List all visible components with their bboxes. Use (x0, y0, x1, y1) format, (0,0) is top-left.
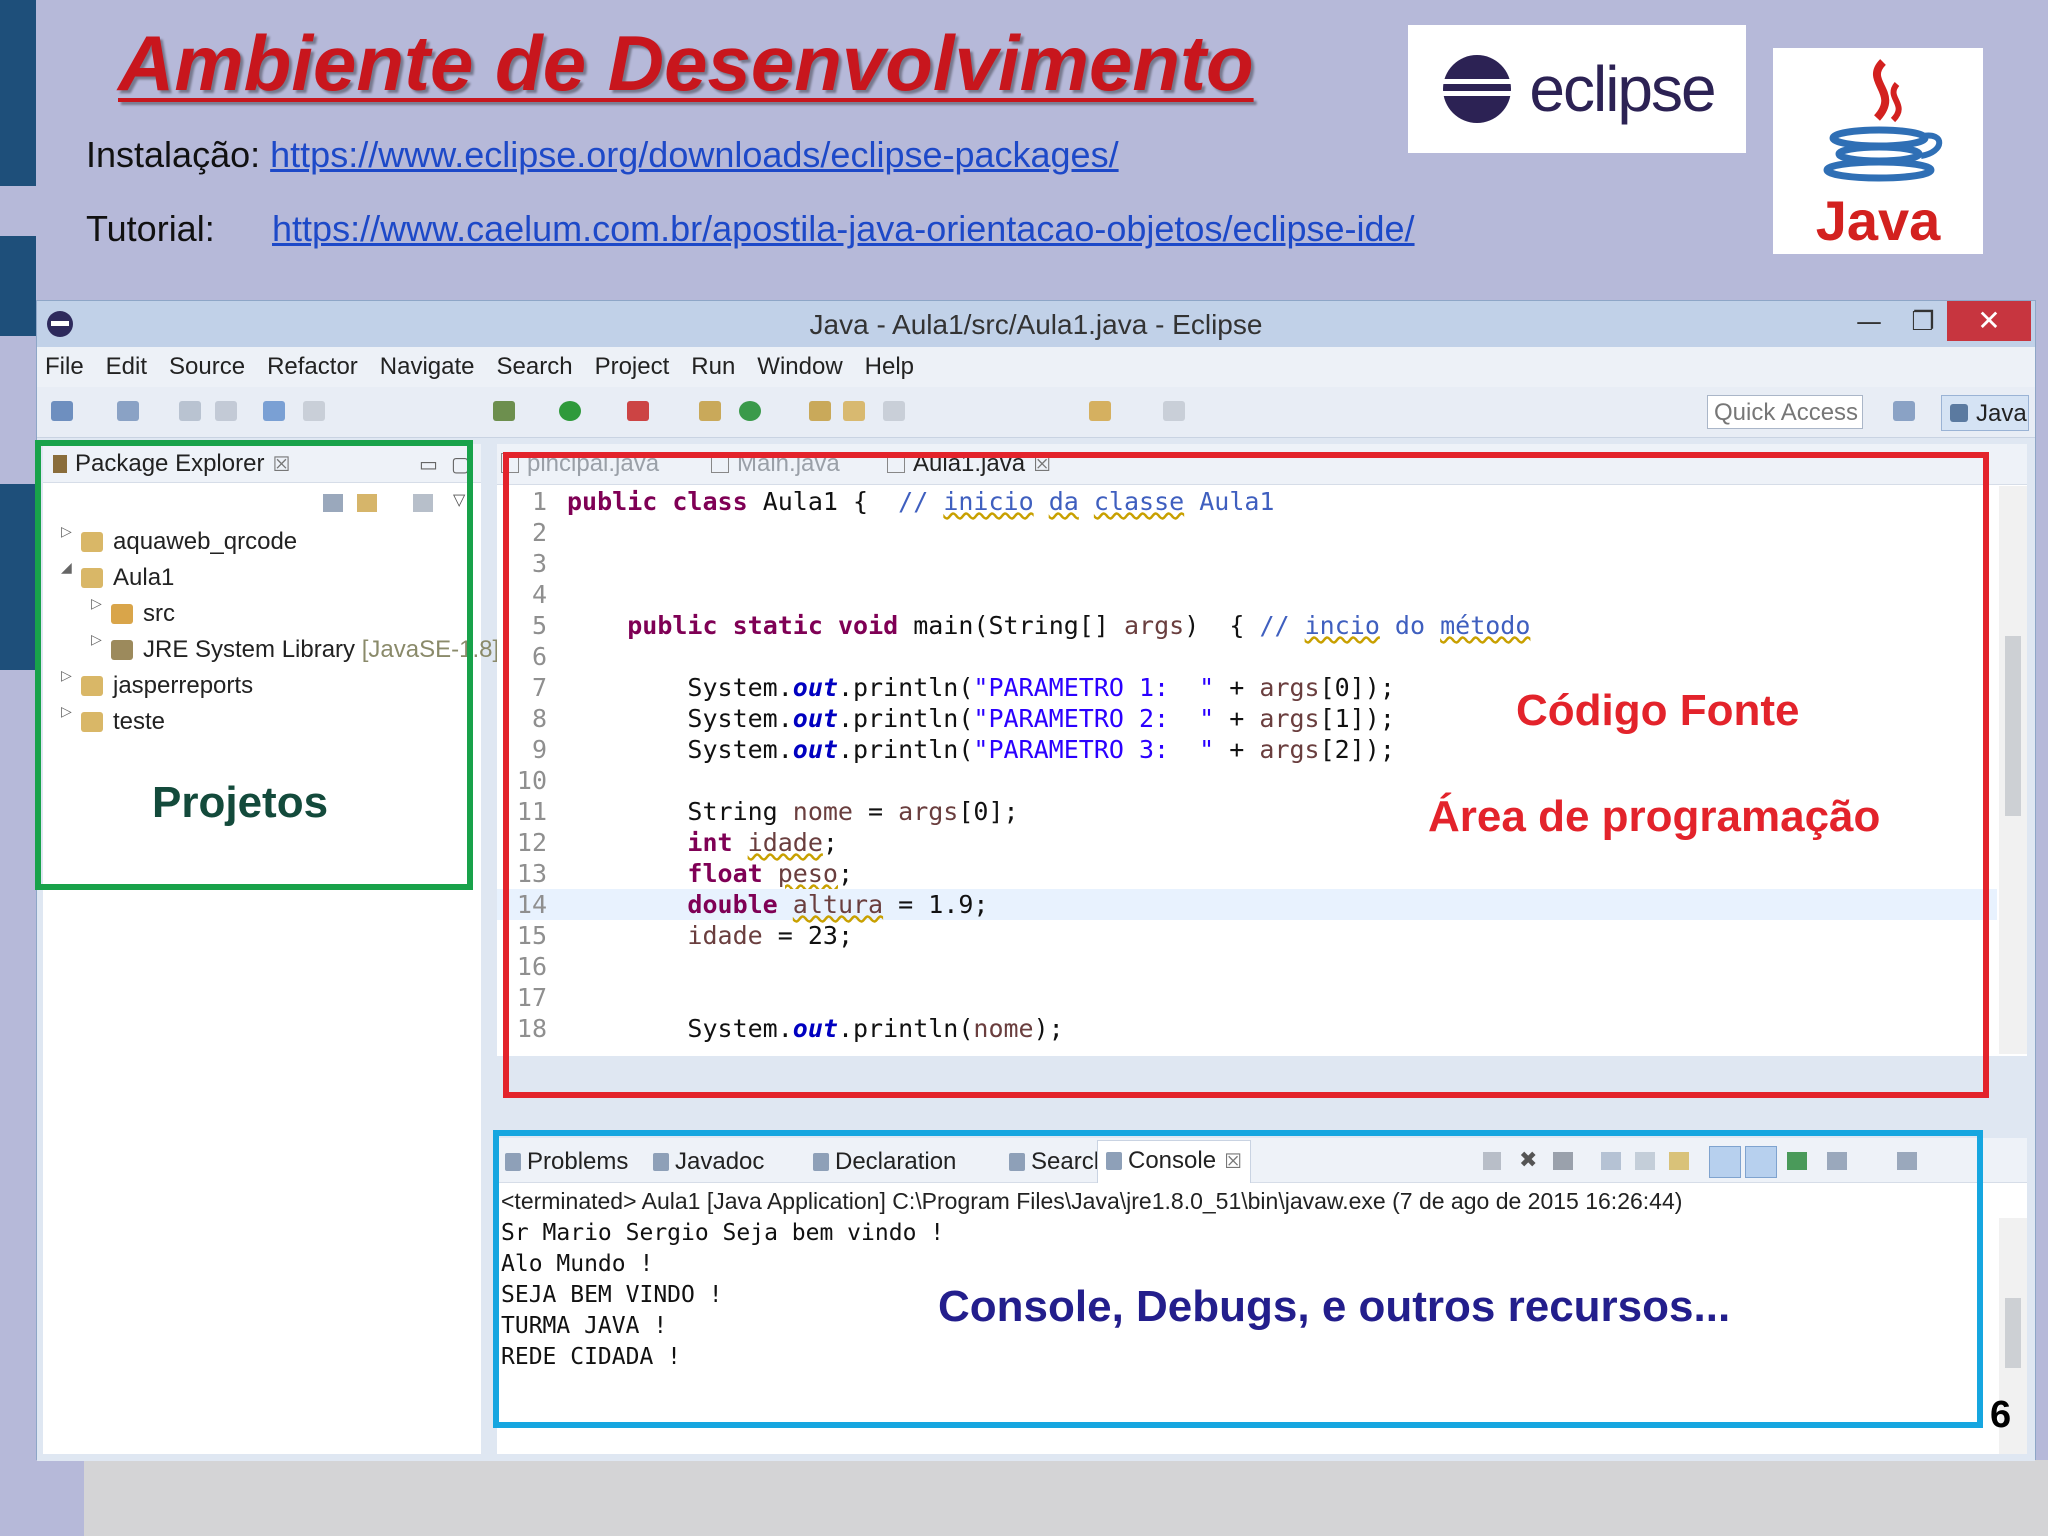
menu-refactor[interactable]: Refactor (267, 347, 358, 387)
edit-icon[interactable] (883, 401, 905, 421)
menu-search[interactable]: Search (497, 347, 573, 387)
eclipse-logo-icon (1443, 55, 1512, 123)
menu-bar: File Edit Source Refactor Navigate Search Proj… (37, 347, 2035, 387)
run-external-icon[interactable] (627, 401, 649, 421)
open-folder-icon[interactable] (843, 401, 865, 421)
title-bar: Java - Aula1/src/Aula1.java - Eclipse — … (37, 301, 2035, 347)
console-annotation: Console, Debugs, e outros recursos... (938, 1282, 1731, 1331)
back-icon[interactable] (1089, 401, 1111, 421)
window-title: Java - Aula1/src/Aula1.java - Eclipse (809, 309, 1263, 340)
quick-access-input[interactable]: Quick Access (1707, 395, 1863, 429)
run-icon[interactable] (559, 401, 581, 421)
open-perspective-icon[interactable] (1893, 401, 1915, 421)
eclipse-logo: eclipse (1408, 25, 1746, 153)
java-logo: Java (1773, 48, 1983, 254)
tutorial-label: Tutorial: (86, 208, 215, 249)
refresh-icon[interactable] (739, 401, 761, 421)
console-highlight-box (493, 1130, 1983, 1428)
scrollbar-thumb[interactable] (2005, 1298, 2021, 1368)
decor-bar (0, 236, 36, 336)
slide-footer-band (84, 1460, 2048, 1536)
install-line: Instalação: https://www.eclipse.org/down… (86, 134, 1119, 176)
menu-project[interactable]: Project (595, 347, 670, 387)
tutorial-line: Tutorial: https://www.caelum.com.br/apos… (86, 208, 1415, 250)
pin-icon[interactable] (303, 401, 325, 421)
maximize-button[interactable]: ❐ (1903, 305, 1943, 339)
menu-file[interactable]: File (45, 347, 84, 387)
java-cup-icon (1823, 59, 1943, 182)
forward-icon[interactable] (1163, 401, 1185, 421)
minimize-button[interactable]: — (1849, 305, 1889, 339)
java-logo-text: Java (1815, 189, 1941, 252)
new-icon[interactable] (51, 401, 73, 421)
decor-bar (0, 484, 36, 670)
page-number: 6 (1990, 1394, 2012, 1436)
source-code-highlight-box (503, 452, 1989, 1098)
save-all-icon[interactable] (215, 401, 237, 421)
tutorial-link[interactable]: https://www.caelum.com.br/apostila-java-… (272, 208, 1415, 249)
menu-window[interactable]: Window (757, 347, 842, 387)
programming-area-annotation: Área de programação (1428, 792, 1881, 841)
new-package-icon[interactable] (117, 401, 139, 421)
open-type-icon[interactable] (809, 401, 831, 421)
menu-help[interactable]: Help (865, 347, 914, 387)
java-perspective-button[interactable]: Java (1941, 395, 2029, 431)
menu-edit[interactable]: Edit (106, 347, 147, 387)
search-tool-icon[interactable] (263, 401, 285, 421)
toolbar: Quick Access Java (37, 387, 2035, 438)
projects-annotation: Projetos (152, 778, 329, 827)
slide-title: Ambiente de Desenvolvimento (118, 19, 1254, 107)
save-icon[interactable] (179, 401, 201, 421)
menu-source[interactable]: Source (169, 347, 245, 387)
source-code-annotation: Código Fonte (1516, 686, 1800, 735)
editor-scrollbar[interactable] (1999, 486, 2027, 1054)
install-link[interactable]: https://www.eclipse.org/downloads/eclips… (270, 134, 1118, 175)
eclipse-logo-text: eclipse (1529, 53, 1716, 125)
scrollbar-thumb[interactable] (2005, 636, 2021, 816)
decor-bar (0, 0, 36, 186)
debug-icon[interactable] (493, 401, 515, 421)
menu-navigate[interactable]: Navigate (380, 347, 475, 387)
new-class-icon[interactable] (699, 401, 721, 421)
close-button[interactable]: ✕ (1947, 301, 2031, 341)
menu-run[interactable]: Run (691, 347, 735, 387)
install-label: Instalação: (86, 134, 261, 175)
